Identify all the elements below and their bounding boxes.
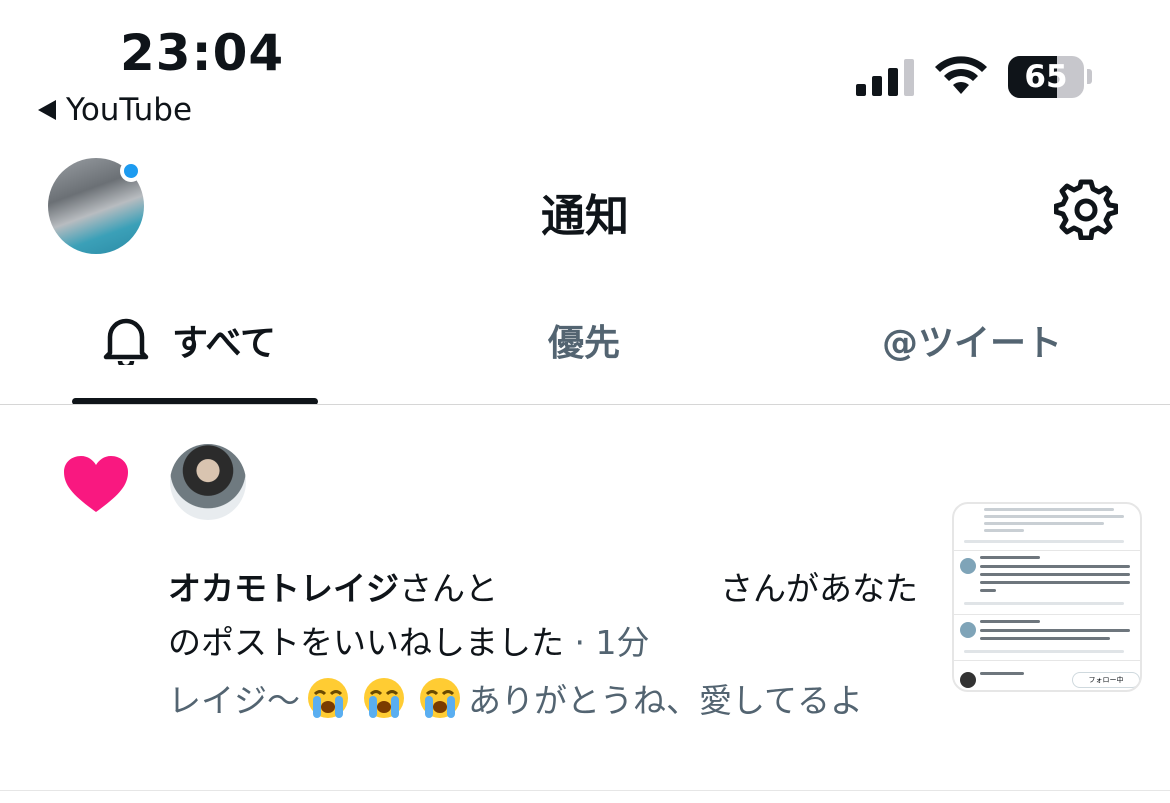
status-time: 23:04: [120, 24, 285, 82]
loudly-crying-face-icon: [308, 678, 348, 718]
bell-icon: [103, 318, 149, 365]
tab-mentions[interactable]: @ツイート: [882, 314, 1062, 366]
tab-label: 優先: [548, 323, 621, 364]
battery-percent: 65: [1024, 59, 1068, 95]
unread-indicator-dot: [120, 160, 142, 182]
battery-tip: [1087, 69, 1092, 84]
page-title: 通知: [541, 191, 629, 242]
loudly-crying-face-icon: [420, 678, 460, 718]
quote-text-end: ありがとうね、愛してるよ: [468, 681, 864, 720]
divider: [0, 404, 1170, 405]
divider: [0, 790, 1170, 791]
notification-text-part: さんと: [399, 569, 498, 608]
tab-priority[interactable]: 優先: [548, 314, 620, 366]
liked-post-quote[interactable]: レイジ〜 ありがとうね、愛してるよ: [168, 674, 908, 728]
quote-text-start: レイジ〜: [168, 681, 300, 720]
battery-icon: 65: [1008, 56, 1084, 98]
notification-time: · 1分: [564, 623, 650, 662]
back-app-label: YouTube: [66, 92, 193, 128]
wifi-icon: [935, 56, 987, 94]
notification-tabs: すべて 優先 @ツイート: [0, 300, 1170, 405]
heart-icon: [64, 456, 128, 512]
tab-all[interactable]: すべて: [102, 314, 276, 366]
back-to-app-button[interactable]: YouTube: [38, 92, 192, 128]
loudly-crying-face-icon: [364, 678, 404, 718]
notification-text[interactable]: オカモトレイジさんと さんがあなたのポストをいいねしました · 1分: [168, 562, 928, 670]
thumbnail-follow-label: フォロー中: [1072, 672, 1140, 688]
tab-label: @ツイート: [882, 323, 1063, 364]
post-thumbnail[interactable]: フォロー中: [952, 502, 1142, 692]
back-arrow-icon: [38, 100, 56, 120]
tab-label: すべて: [172, 323, 277, 364]
actor-name[interactable]: オカモトレイジ: [168, 569, 399, 608]
gear-icon[interactable]: [1054, 176, 1118, 240]
avatar[interactable]: [170, 444, 246, 520]
cellular-signal-icon: [856, 58, 914, 96]
